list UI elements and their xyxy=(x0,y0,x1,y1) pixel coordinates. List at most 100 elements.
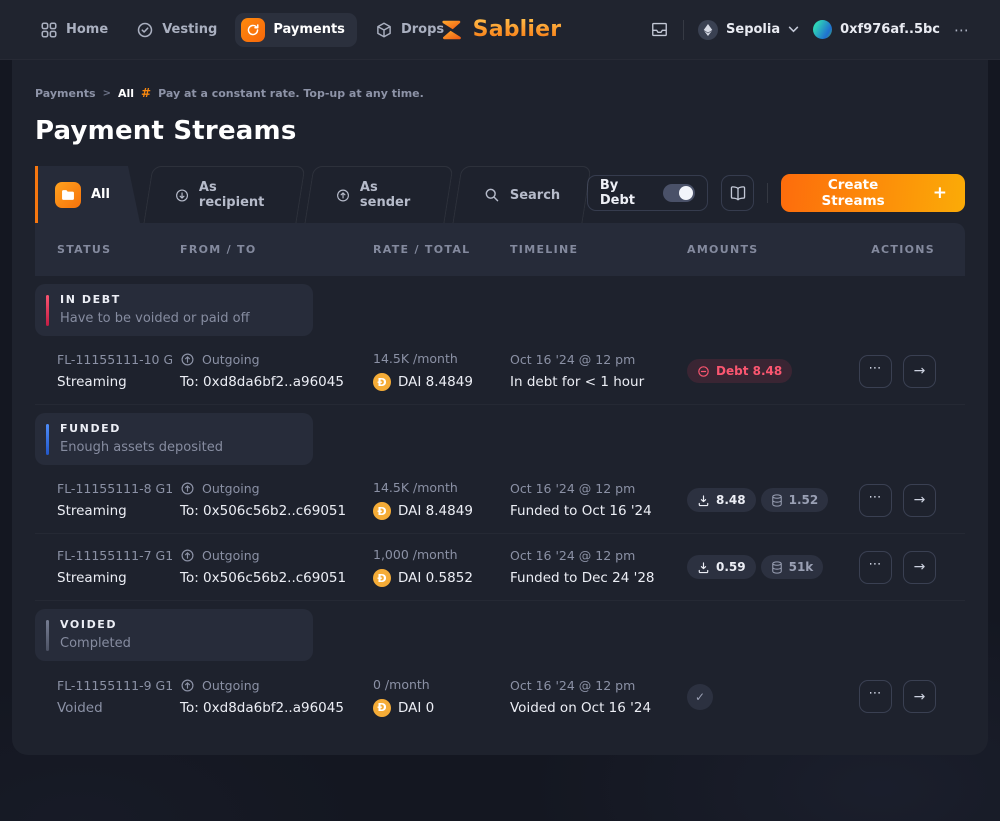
by-debt-label: By Debt xyxy=(600,178,654,208)
inbox-icon[interactable] xyxy=(650,20,669,39)
col-header-timeline: Timeline xyxy=(510,243,687,256)
deposited-badge: 1.52 xyxy=(761,488,829,512)
row-menu-button[interactable]: ⋯ xyxy=(859,551,892,584)
stream-recipient: To: 0x506c56b2..c69051 xyxy=(180,570,373,586)
outgoing-icon xyxy=(180,678,195,693)
tab-bar: All As recipient As sender Search xyxy=(35,166,587,223)
streams-table: Status From / To Rate / Total Timeline A… xyxy=(35,223,965,730)
by-debt-toggle[interactable] xyxy=(663,184,694,202)
stream-status: Voided xyxy=(57,700,180,716)
row-open-button[interactable]: → xyxy=(903,355,936,388)
stream-recipient: To: 0xd8da6bf2..a96045 xyxy=(180,700,373,716)
nav-item-vesting[interactable]: Vesting xyxy=(126,14,227,46)
table-header-row: Status From / To Rate / Total Timeline A… xyxy=(35,223,965,276)
col-header-amounts: Amounts xyxy=(687,243,859,256)
hash-icon: # xyxy=(141,86,151,100)
nav-item-home[interactable]: Home xyxy=(30,14,118,46)
stream-token-total: Đ DAI 0.5852 xyxy=(373,569,510,587)
stream-start-date: Oct 16 '24 @ 12 pm xyxy=(510,481,687,496)
dai-token-icon: Đ xyxy=(373,502,391,520)
breadcrumb-root[interactable]: Payments xyxy=(35,87,96,100)
withdrawn-badge: 8.48 xyxy=(687,488,756,512)
section-title: Voided xyxy=(60,618,131,631)
list-controls: By Debt Create Streams + xyxy=(587,174,965,223)
stream-start-date: Oct 16 '24 @ 12 pm xyxy=(510,548,687,563)
docs-button[interactable] xyxy=(721,175,755,211)
stream-rate: 14.5K /month xyxy=(373,480,510,495)
network-selector[interactable]: Sepolia xyxy=(698,20,799,40)
tab-label: As sender xyxy=(360,180,421,210)
tab-as-recipient[interactable]: As recipient xyxy=(143,166,305,223)
stream-id: FL-11155111-10 G1 4... xyxy=(57,352,172,367)
row-menu-button[interactable]: ⋯ xyxy=(859,355,892,388)
stream-start-date: Oct 16 '24 @ 12 pm xyxy=(510,352,687,367)
breadcrumb-current: All xyxy=(118,87,134,100)
section-description: Completed xyxy=(60,636,131,651)
cube-icon xyxy=(375,21,393,39)
settled-check-badge: ✓ xyxy=(687,684,713,710)
col-header-actions: Actions xyxy=(859,243,935,256)
stream-recipient: To: 0xd8da6bf2..a96045 xyxy=(180,374,373,390)
stream-direction: Outgoing xyxy=(180,678,373,693)
col-header-rate-total: Rate / Total xyxy=(373,243,510,256)
row-open-button[interactable]: → xyxy=(903,551,936,584)
download-icon xyxy=(697,561,710,574)
breadcrumb: Payments > All # Pay at a constant rate.… xyxy=(35,60,965,100)
stream-status: Streaming xyxy=(57,374,180,390)
search-icon xyxy=(483,187,499,203)
by-debt-control: By Debt xyxy=(587,175,708,211)
nav-links: Home Vesting Payments Drops xyxy=(30,13,454,47)
wallet-account[interactable]: 0xf976af..5bc xyxy=(813,20,940,39)
stream-recipient: To: 0x506c56b2..c69051 xyxy=(180,503,373,519)
tab-search[interactable]: Search xyxy=(452,166,591,223)
stream-token-total: Đ DAI 8.4849 xyxy=(373,373,510,391)
section-accent-bar xyxy=(46,424,49,455)
withdrawn-badge: 0.59 xyxy=(687,555,756,579)
col-header-from-to: From / To xyxy=(180,243,373,256)
divider xyxy=(683,20,684,40)
outgoing-icon xyxy=(180,352,195,367)
arrow-up-circle-icon xyxy=(336,187,350,204)
create-streams-label: Create Streams xyxy=(799,177,906,209)
stream-direction: Outgoing xyxy=(180,352,373,367)
stream-timeline-status: Voided on Oct 16 '24 xyxy=(510,700,687,716)
stream-row[interactable]: FL-11155111-10 G1 4... Streaming Outgoin… xyxy=(35,338,965,405)
badge-check-icon xyxy=(136,21,154,39)
stream-direction: Outgoing xyxy=(180,548,373,563)
nav-item-label: Vesting xyxy=(162,22,217,37)
stream-row[interactable]: FL-11155111-7 G1 1/4 Streaming Outgoing … xyxy=(35,534,965,601)
nav-item-label: Payments xyxy=(273,22,345,37)
stream-id: FL-11155111-9 G1 3/4 xyxy=(57,678,172,693)
download-icon xyxy=(697,494,710,507)
stream-token-total: Đ DAI 8.4849 xyxy=(373,502,510,520)
divider xyxy=(767,183,768,203)
plus-icon: + xyxy=(933,183,947,203)
database-icon xyxy=(771,561,783,574)
grid-icon xyxy=(40,21,58,39)
tab-all[interactable]: All xyxy=(35,166,140,223)
toolbar: All As recipient As sender Search xyxy=(35,166,965,223)
col-header-status: Status xyxy=(57,243,180,256)
tab-label: All xyxy=(91,187,110,202)
section-accent-bar xyxy=(46,295,49,326)
deposited-badge: 51k xyxy=(761,555,824,579)
debt-badge: Debt 8.48 xyxy=(687,359,792,383)
row-open-button[interactable]: → xyxy=(903,680,936,713)
section-description: Enough assets deposited xyxy=(60,440,223,455)
nav-item-payments[interactable]: Payments xyxy=(235,13,357,47)
nav-more-button[interactable]: ⋯ xyxy=(954,21,970,39)
tab-as-sender[interactable]: As sender xyxy=(304,166,453,223)
wallet-address: 0xf976af..5bc xyxy=(840,22,940,37)
stream-row[interactable]: FL-11155111-8 G1 2/4 Streaming Outgoing … xyxy=(35,467,965,534)
create-streams-button[interactable]: Create Streams + xyxy=(781,174,965,212)
breadcrumb-separator: > xyxy=(103,88,111,99)
row-menu-button[interactable]: ⋯ xyxy=(859,680,892,713)
tab-label: As recipient xyxy=(199,180,273,210)
nav-item-label: Home xyxy=(66,22,108,37)
row-menu-button[interactable]: ⋯ xyxy=(859,484,892,517)
brand[interactable]: Sablier xyxy=(439,17,562,43)
stream-row[interactable]: FL-11155111-9 G1 3/4 Voided Outgoing To:… xyxy=(35,663,965,730)
row-open-button[interactable]: → xyxy=(903,484,936,517)
brand-name: Sablier xyxy=(473,17,562,42)
network-name: Sepolia xyxy=(726,22,780,37)
